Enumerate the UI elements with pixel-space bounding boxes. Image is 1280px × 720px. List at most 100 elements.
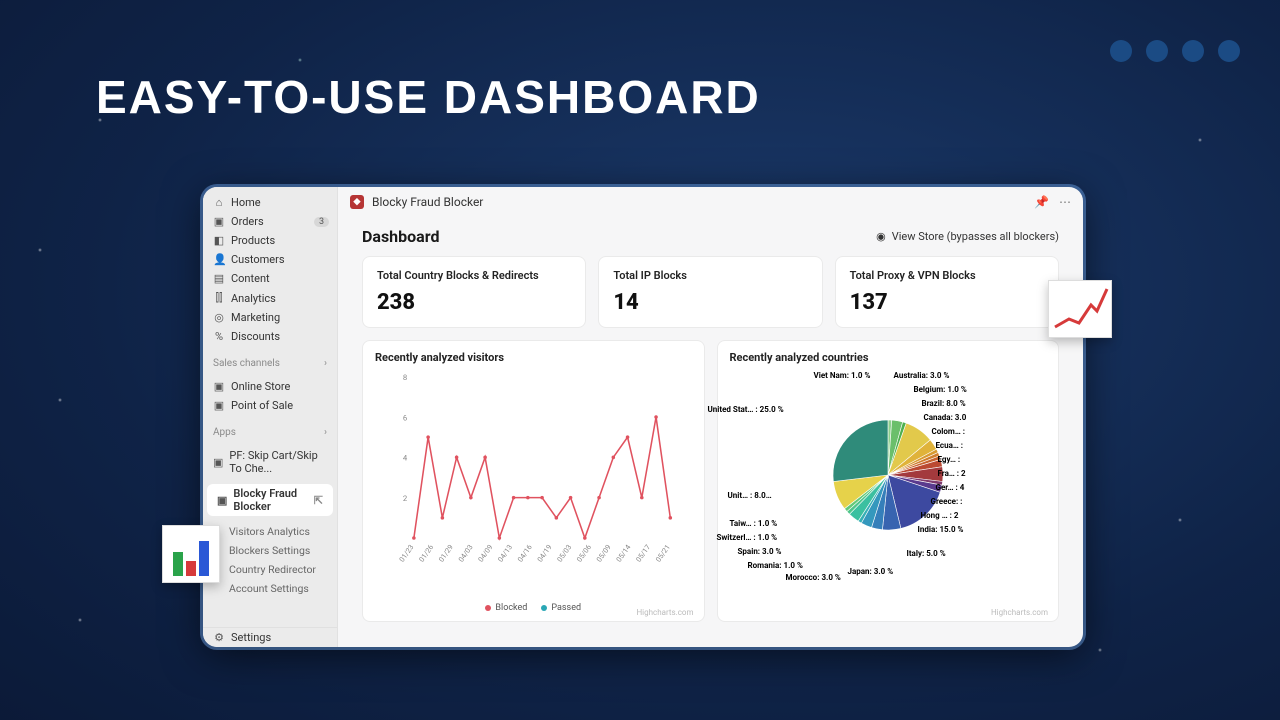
sidebar-sub-item[interactable]: Blockers Settings	[203, 541, 337, 560]
app-window: ⌂ Home ▣ Orders 3 ◧ Products 👤 Customers ▤ Content…	[203, 187, 1083, 647]
sidebar: ⌂ Home ▣ Orders 3 ◧ Products 👤 Customers ▤ Content…	[203, 187, 338, 647]
card-value: 238	[377, 290, 571, 315]
menu-icon: ▣	[213, 380, 225, 393]
pie-label: Spain: 3.0 %	[738, 547, 782, 556]
sidebar-item-label: Analytics	[231, 292, 276, 305]
menu-icon: 👤	[213, 253, 225, 266]
svg-text:04/09: 04/09	[476, 543, 494, 564]
visitors-line-chart: 246801/2301/2601/2904/0304/0904/1304/160…	[375, 370, 692, 580]
card-label: Total Proxy & VPN Blocks	[850, 269, 1044, 282]
sidebar-item-label: Blocky Fraud Blocker	[233, 487, 307, 513]
sidebar-item-content[interactable]: ▤ Content	[203, 269, 337, 288]
sidebar-item-label: Online Store	[231, 380, 290, 393]
more-icon[interactable]: ⋯	[1059, 195, 1071, 209]
svg-text:6: 6	[403, 413, 407, 422]
pin-icon[interactable]: 📌	[1034, 195, 1049, 209]
sidebar-item-current-app[interactable]: ▣ Blocky Fraud Blocker ⇱	[207, 484, 333, 516]
sidebar-item-marketing[interactable]: ◎ Marketing	[203, 308, 337, 327]
view-store-link[interactable]: ◉ View Store (bypasses all blockers)	[876, 230, 1059, 243]
chevron-right-icon: ›	[324, 358, 327, 369]
sidebar-item-label: PF: Skip Cart/Skip To Che...	[229, 449, 327, 475]
sidebar-item-app[interactable]: ▣ PF: Skip Cart/Skip To Che...	[203, 446, 337, 478]
sidebar-item-label: Home	[231, 196, 261, 209]
svg-text:05/17: 05/17	[634, 543, 652, 564]
panel-countries: Recently analyzed countries Viet Nam: 1.…	[717, 340, 1060, 622]
svg-text:2: 2	[403, 494, 408, 503]
pin-icon[interactable]: ⇱	[314, 494, 323, 507]
svg-text:8: 8	[403, 373, 407, 382]
svg-text:05/06: 05/06	[575, 543, 593, 564]
metric-card: Total Country Blocks & Redirects 238	[362, 256, 586, 328]
sidebar-item-products[interactable]: ◧ Products	[203, 231, 337, 250]
app-logo-icon: ◆	[350, 195, 364, 209]
sidebar-item-label: Content	[231, 272, 270, 285]
decorative-bar-icon	[162, 525, 220, 583]
sidebar-item-orders[interactable]: ▣ Orders 3	[203, 212, 337, 231]
menu-icon: ⫿⫿	[213, 291, 225, 305]
metric-card: Total Proxy & VPN Blocks 137	[835, 256, 1059, 328]
main-area: ◆ Blocky Fraud Blocker 📌 ⋯ Dashboard ◉ V…	[338, 187, 1083, 647]
svg-text:04/03: 04/03	[456, 543, 474, 564]
metric-card: Total IP Blocks 14	[598, 256, 822, 328]
card-value: 14	[613, 290, 807, 315]
decorative-line-icon	[1048, 280, 1112, 338]
menu-icon: ▤	[213, 272, 225, 285]
chart-credit: Highcharts.com	[636, 608, 693, 617]
panel-title: Recently analyzed visitors	[375, 351, 692, 364]
sidebar-item-label: Discounts	[231, 330, 280, 343]
pie-label: Romania: 1.0 %	[748, 561, 803, 570]
sidebar-item-channel[interactable]: ▣ Online Store	[203, 377, 337, 396]
sidebar-head-apps: Apps›	[203, 421, 337, 440]
sidebar-item-analytics[interactable]: ⫿⫿ Analytics	[203, 288, 337, 308]
menu-icon: ▣	[213, 456, 223, 469]
countries-pie-chart	[818, 370, 958, 580]
count-badge: 3	[314, 217, 329, 227]
sidebar-item-label: Marketing	[231, 311, 280, 324]
svg-text:04/19: 04/19	[535, 543, 553, 564]
svg-text:05/14: 05/14	[614, 543, 632, 564]
svg-text:01/29: 01/29	[437, 543, 455, 564]
sidebar-head-channels: Sales channels›	[203, 352, 337, 371]
sidebar-item-home[interactable]: ⌂ Home	[203, 193, 337, 212]
svg-text:01/26: 01/26	[417, 543, 435, 564]
sidebar-item-discounts[interactable]: % Discounts	[203, 327, 337, 346]
sidebar-item-label: Customers	[231, 253, 285, 266]
menu-icon: ▣	[213, 399, 225, 412]
card-label: Total IP Blocks	[613, 269, 807, 282]
pie-label: Taiw… : 1.0 %	[730, 519, 778, 528]
sidebar-item-label: Orders	[231, 215, 264, 228]
panel-visitors: Recently analyzed visitors 246801/2301/2…	[362, 340, 705, 622]
svg-text:05/21: 05/21	[654, 543, 672, 564]
sidebar-item-settings[interactable]: ⚙ Settings	[203, 628, 337, 647]
eye-icon: ◉	[876, 230, 886, 243]
sidebar-sub-item[interactable]: Country Redirector	[203, 560, 337, 579]
pie-label: Unit… : 8.0…	[728, 491, 772, 500]
pie-label: United Stat… : 25.0 %	[708, 405, 784, 414]
sidebar-sub-item[interactable]: Account Settings	[203, 579, 337, 598]
hero-title: EASY-TO-USE DASHBOARD	[96, 70, 761, 124]
panel-title: Recently analyzed countries	[730, 351, 1047, 364]
menu-icon: ⌂	[213, 196, 225, 209]
menu-icon: %	[213, 330, 225, 343]
card-label: Total Country Blocks & Redirects	[377, 269, 571, 282]
sidebar-sub-item[interactable]: Visitors Analytics	[203, 522, 337, 541]
titlebar: ◆ Blocky Fraud Blocker 📌 ⋯	[338, 187, 1083, 217]
svg-text:01/23: 01/23	[397, 543, 415, 564]
menu-icon: ▣	[213, 215, 225, 228]
sidebar-item-channel[interactable]: ▣ Point of Sale	[203, 396, 337, 415]
svg-text:04/16: 04/16	[516, 543, 534, 564]
app-icon: ▣	[217, 494, 227, 507]
menu-icon: ◧	[213, 234, 225, 247]
svg-text:04/13: 04/13	[496, 543, 514, 564]
page-title: Dashboard	[362, 227, 439, 246]
chevron-right-icon: ›	[324, 427, 327, 438]
svg-text:05/09: 05/09	[594, 543, 612, 564]
sidebar-item-customers[interactable]: 👤 Customers	[203, 250, 337, 269]
menu-icon: ◎	[213, 311, 225, 324]
chart-credit: Highcharts.com	[991, 608, 1048, 617]
svg-text:4: 4	[403, 454, 408, 463]
sidebar-item-label: Products	[231, 234, 275, 247]
pie-label: Switzerl… : 1.0 %	[717, 533, 778, 542]
card-value: 137	[850, 290, 1044, 315]
sidebar-item-label: Point of Sale	[231, 399, 293, 412]
